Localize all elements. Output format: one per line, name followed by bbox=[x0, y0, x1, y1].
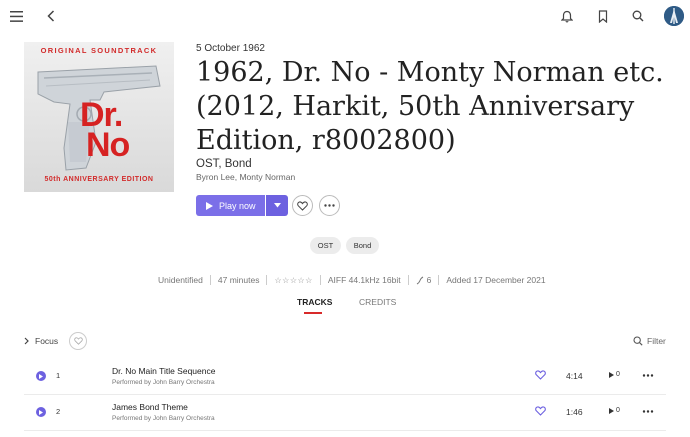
meta-divider bbox=[209, 275, 211, 285]
album-meta-row: Unidentified 47 minutes ☆☆☆☆☆ AIFF 44.1k… bbox=[158, 274, 546, 286]
album-duration: 47 minutes bbox=[217, 275, 260, 285]
cover-title-line2: No bbox=[86, 126, 130, 164]
track-row[interactable]: 1 Dr. No Main Title Sequence Performed b… bbox=[24, 360, 666, 393]
heart-icon[interactable] bbox=[534, 405, 546, 417]
track-performer[interactable]: Performed by John Barry Orchestra bbox=[112, 415, 215, 422]
track-row[interactable]: 2 James Bond Theme Performed by John Bar… bbox=[24, 396, 666, 429]
row-divider bbox=[24, 394, 666, 395]
play-icon[interactable] bbox=[36, 407, 46, 417]
play-now-button[interactable]: Play now bbox=[196, 195, 265, 216]
track-duration: 4:14 bbox=[566, 371, 583, 381]
tab-tracks[interactable]: TRACKS bbox=[297, 297, 332, 307]
ellipsis-icon[interactable] bbox=[641, 369, 655, 381]
search-icon[interactable] bbox=[630, 8, 646, 24]
chevron-right-icon bbox=[24, 337, 29, 345]
album-title: 1962, Dr. No - Monty Norman etc. (2012, … bbox=[196, 57, 664, 156]
track-play-count: 0 bbox=[609, 407, 620, 414]
more-options-button[interactable] bbox=[319, 195, 340, 216]
track-number: 2 bbox=[56, 407, 61, 416]
row-divider bbox=[24, 430, 666, 431]
cover-top-text: ORIGINAL SOUNDTRACK bbox=[40, 46, 158, 55]
track-performer[interactable]: Performed by John Barry Orchestra bbox=[112, 379, 215, 386]
rating-stars[interactable]: ☆☆☆☆☆ bbox=[274, 276, 312, 285]
chevron-down-icon bbox=[273, 203, 281, 208]
play-icon bbox=[206, 201, 213, 210]
filter-control[interactable]: Filter bbox=[633, 336, 666, 346]
play-now-label: Play now bbox=[219, 200, 256, 211]
filter-label: Filter bbox=[647, 336, 666, 346]
album-cover: ORIGINAL SOUNDTRACK Dr. No 50th ANNIVERS… bbox=[24, 42, 174, 192]
ellipsis-icon[interactable] bbox=[641, 405, 655, 417]
cover-title: Dr. No bbox=[80, 98, 130, 164]
play-icon[interactable] bbox=[36, 371, 46, 381]
tag-bond[interactable]: Bond bbox=[346, 237, 379, 254]
track-play-count: 0 bbox=[609, 371, 620, 378]
active-tab-indicator bbox=[304, 312, 322, 314]
meta-divider bbox=[407, 275, 409, 285]
heart-icon bbox=[73, 337, 83, 345]
menu-icon[interactable] bbox=[8, 8, 24, 24]
album-artists[interactable]: Byron Lee, Monty Norman bbox=[196, 172, 295, 182]
bookmark-icon[interactable] bbox=[595, 8, 611, 24]
play-count-icon bbox=[609, 407, 614, 414]
ellipsis-icon bbox=[324, 204, 335, 207]
versions-icon bbox=[416, 276, 424, 285]
track-number: 1 bbox=[56, 371, 61, 380]
date-added: Added 17 December 2021 bbox=[446, 275, 546, 285]
heart-icon bbox=[297, 200, 308, 211]
meta-divider bbox=[266, 275, 268, 285]
play-count-value: 0 bbox=[616, 407, 620, 414]
search-icon bbox=[633, 336, 643, 346]
versions-count[interactable]: 6 bbox=[427, 275, 432, 285]
identification-status[interactable]: Unidentified bbox=[158, 275, 203, 285]
play-count-value: 0 bbox=[616, 371, 620, 378]
meta-divider bbox=[319, 275, 321, 285]
album-genre[interactable]: OST, Bond bbox=[196, 158, 252, 170]
play-options-dropdown[interactable] bbox=[266, 195, 288, 216]
meta-divider bbox=[438, 275, 440, 285]
focus-favorites-button[interactable] bbox=[69, 332, 87, 350]
track-duration: 1:46 bbox=[566, 407, 583, 417]
avatar[interactable] bbox=[664, 6, 684, 26]
track-title[interactable]: James Bond Theme bbox=[112, 402, 188, 412]
cover-bottom-text: 50th ANNIVERSARY EDITION bbox=[44, 176, 154, 183]
tag-ost[interactable]: OST bbox=[310, 237, 341, 254]
bell-icon[interactable] bbox=[559, 8, 575, 24]
favorite-button[interactable] bbox=[292, 195, 313, 216]
play-count-icon bbox=[609, 371, 614, 378]
heart-icon[interactable] bbox=[534, 369, 546, 381]
focus-toggle[interactable]: Focus bbox=[24, 336, 58, 346]
focus-label: Focus bbox=[35, 336, 59, 346]
audio-format: AIFF 44.1kHz 16bit bbox=[327, 275, 401, 285]
track-title[interactable]: Dr. No Main Title Sequence bbox=[112, 366, 215, 376]
back-icon[interactable] bbox=[43, 8, 59, 24]
release-date: 5 October 1962 bbox=[196, 43, 265, 54]
tab-credits[interactable]: CREDITS bbox=[359, 297, 396, 307]
